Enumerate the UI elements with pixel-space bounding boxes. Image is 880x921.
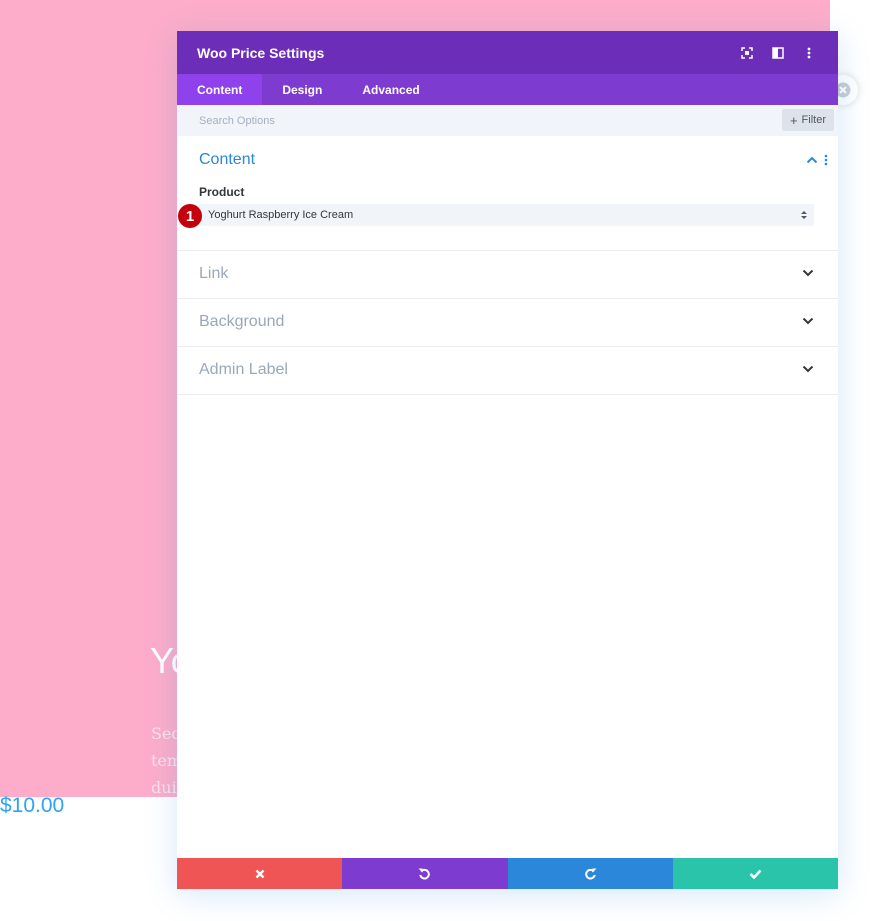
undo-icon [418, 868, 431, 880]
admin-label-section[interactable]: Admin Label [177, 347, 838, 395]
redo-button[interactable] [507, 858, 673, 889]
redo-icon [584, 868, 597, 880]
split-view-icon [771, 46, 784, 59]
more-options-button[interactable] [793, 31, 824, 74]
section-controls [806, 154, 828, 166]
more-vertical-icon[interactable] [824, 154, 828, 166]
chevron-down-icon [802, 317, 814, 325]
fullscreen-icon [740, 46, 753, 59]
modal-tabs: Content Design Advanced [177, 74, 838, 105]
modal-footer [177, 858, 838, 889]
search-input[interactable]: Search Options [199, 115, 275, 127]
tab-content[interactable]: Content [177, 74, 263, 105]
link-section[interactable]: Link [177, 251, 838, 299]
split-view-button[interactable] [762, 31, 793, 74]
product-select[interactable]: Yoghurt Raspberry Ice Cream [199, 204, 814, 226]
modal-title: Woo Price Settings [197, 44, 325, 61]
section-title-background: Background [199, 313, 285, 330]
tab-design[interactable]: Design [262, 74, 342, 105]
chevron-up-icon[interactable] [806, 156, 818, 164]
background-section[interactable]: Background [177, 299, 838, 347]
section-title-admin-label: Admin Label [199, 361, 288, 378]
content-section: Content Product Yoghurt Raspberry Ice Cr… [177, 136, 838, 251]
plus-icon: + [789, 112, 798, 128]
page-price: $10.00 [0, 794, 65, 817]
section-title-content[interactable]: Content [199, 151, 255, 169]
settings-modal: Woo Price Settings Content Design Advanc… [177, 31, 838, 889]
section-title-link: Link [199, 265, 229, 282]
filter-button[interactable]: + Filter [781, 109, 834, 131]
product-field-label: Product [199, 185, 245, 199]
product-select-value: Yoghurt Raspberry Ice Cream [208, 209, 354, 221]
step-number-badge: 1 [178, 204, 202, 228]
select-arrows-icon [801, 211, 807, 219]
search-options-bar[interactable]: Search Options + Filter [177, 105, 838, 136]
chevron-down-icon [802, 269, 814, 277]
close-icon [255, 869, 264, 878]
save-button[interactable] [672, 858, 838, 889]
filter-label: Filter [801, 114, 826, 126]
chevron-down-icon [802, 365, 814, 373]
discard-button[interactable] [177, 858, 343, 889]
fullscreen-button[interactable] [731, 31, 762, 74]
check-icon [749, 869, 762, 879]
header-actions [731, 31, 824, 74]
tab-advanced[interactable]: Advanced [342, 74, 439, 105]
modal-header[interactable]: Woo Price Settings [177, 31, 838, 74]
undo-button[interactable] [342, 858, 508, 889]
more-vertical-icon [807, 47, 810, 58]
